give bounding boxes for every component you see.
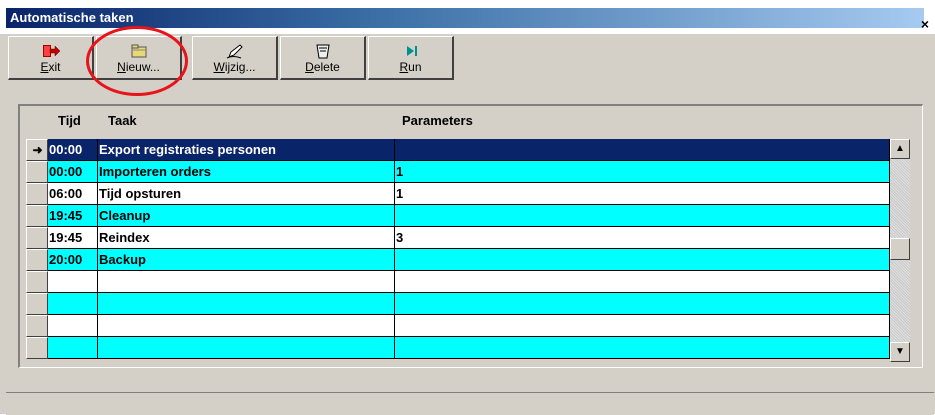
column-header-time[interactable]: Tijd <box>58 113 81 128</box>
status-bar <box>6 392 934 415</box>
cell-task[interactable]: Cleanup <box>98 205 395 227</box>
window-title: Automatische taken <box>10 10 134 25</box>
delete-button[interactable]: Delete <box>280 36 366 80</box>
new-button[interactable]: Nieuw... <box>96 36 182 80</box>
exit-icon <box>42 45 60 57</box>
row-indicator[interactable] <box>26 249 48 271</box>
cell-time[interactable]: 00:00 <box>48 139 98 161</box>
delete-label: Delete <box>305 60 340 74</box>
cell-params[interactable]: 1 <box>395 183 890 205</box>
table-row[interactable]: 19:45 Reindex 3 <box>26 227 890 249</box>
row-indicator[interactable] <box>26 227 48 249</box>
table-row[interactable]: 19:45 Cleanup <box>26 205 890 227</box>
table-row[interactable]: 20:00 Backup <box>26 249 890 271</box>
current-row-arrow-icon: ➜ <box>26 139 48 161</box>
table-row[interactable]: ➜ 00:00 Export registraties personen <box>26 139 890 161</box>
new-folder-icon <box>131 44 146 58</box>
cell-time[interactable] <box>48 337 98 359</box>
cell-time[interactable] <box>48 315 98 337</box>
run-button[interactable]: Run <box>368 36 454 80</box>
row-indicator[interactable] <box>26 205 48 227</box>
cell-task[interactable]: Backup <box>98 249 395 271</box>
table-row[interactable] <box>26 315 890 337</box>
cell-params[interactable] <box>395 337 890 359</box>
table-row[interactable] <box>26 337 890 359</box>
cell-time[interactable]: 06:00 <box>48 183 98 205</box>
scroll-up-icon[interactable]: ▲ <box>890 139 910 159</box>
cell-time[interactable]: 20:00 <box>48 249 98 271</box>
column-header-parameters[interactable]: Parameters <box>402 113 473 128</box>
edit-button[interactable]: Wijzig... <box>192 36 278 80</box>
row-indicator[interactable] <box>26 161 48 183</box>
cell-params[interactable] <box>395 205 890 227</box>
cell-task[interactable] <box>98 337 395 359</box>
cell-task[interactable]: Export registraties personen <box>98 139 395 161</box>
cell-time[interactable] <box>48 271 98 293</box>
cell-task[interactable]: Reindex <box>98 227 395 249</box>
scroll-thumb[interactable] <box>890 238 910 260</box>
table-row[interactable]: 00:00 Importeren orders 1 <box>26 161 890 183</box>
edit-label: Wijzig... <box>213 60 256 74</box>
cell-params[interactable] <box>395 293 890 315</box>
table-row[interactable] <box>26 293 890 315</box>
cell-task[interactable] <box>98 315 395 337</box>
run-play-icon <box>406 46 417 56</box>
exit-label: Exit <box>40 60 61 74</box>
cell-task[interactable] <box>98 271 395 293</box>
cell-task[interactable]: Tijd opsturen <box>98 183 395 205</box>
cell-time[interactable] <box>48 293 98 315</box>
cell-time[interactable]: 19:45 <box>48 227 98 249</box>
cell-params[interactable] <box>395 271 890 293</box>
vertical-scrollbar[interactable]: ▲ ▼ <box>890 139 910 362</box>
table-row[interactable] <box>26 271 890 293</box>
row-indicator[interactable] <box>26 183 48 205</box>
edit-pencil-icon <box>226 44 243 59</box>
run-label: Run <box>399 60 422 74</box>
close-icon[interactable]: × <box>917 16 933 32</box>
cell-params[interactable]: 1 <box>395 161 890 183</box>
cell-task[interactable] <box>98 293 395 315</box>
cell-time[interactable]: 19:45 <box>48 205 98 227</box>
row-indicator[interactable] <box>26 337 48 359</box>
cell-params[interactable]: 3 <box>395 227 890 249</box>
cell-params[interactable] <box>395 249 890 271</box>
cell-time[interactable]: 00:00 <box>48 161 98 183</box>
new-label: Nieuw... <box>117 60 160 74</box>
row-indicator[interactable] <box>26 293 48 315</box>
trash-icon <box>315 44 330 59</box>
title-caption: Automatische taken <box>6 8 924 28</box>
cell-params[interactable] <box>395 139 890 161</box>
cell-params[interactable] <box>395 315 890 337</box>
table-row[interactable]: 06:00 Tijd opsturen 1 <box>26 183 890 205</box>
row-indicator[interactable] <box>26 271 48 293</box>
exit-button[interactable]: Exit <box>8 36 94 80</box>
row-indicator[interactable] <box>26 315 48 337</box>
cell-task[interactable]: Importeren orders <box>98 161 395 183</box>
scroll-down-icon[interactable]: ▼ <box>890 342 910 362</box>
title-bar: Automatische taken × <box>0 0 935 34</box>
column-header-task[interactable]: Taak <box>108 113 137 128</box>
task-window: Automatische taken × Exit Nieuw... Wijzi… <box>0 0 935 415</box>
